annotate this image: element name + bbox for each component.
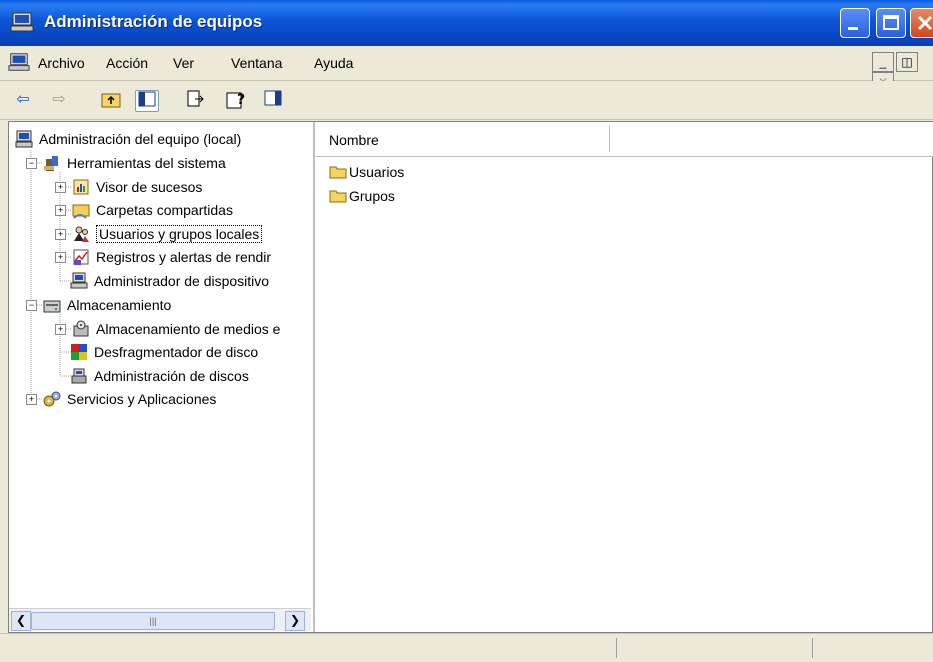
tree-horizontal-scrollbar[interactable]: ❮ ||| ❯ xyxy=(9,608,311,631)
maximize-icon xyxy=(883,15,899,30)
performance-logs-icon xyxy=(73,249,89,265)
collapse-icon[interactable]: − xyxy=(26,299,37,311)
scroll-right-button[interactable]: ❯ xyxy=(285,611,305,631)
tree-item-label: Carpetas compartidas xyxy=(96,202,233,218)
close-icon xyxy=(917,15,933,31)
main-content: Administración del equipo (local) − Herr… xyxy=(8,121,933,633)
scrollbar-thumb[interactable]: ||| xyxy=(31,612,275,630)
tree-item-carpetas-compartidas[interactable]: + Carpetas compartidas xyxy=(55,199,233,221)
list-header: Nombre xyxy=(315,122,933,157)
computer-icon xyxy=(15,130,33,148)
tree-root[interactable]: Administración del equipo (local) xyxy=(15,128,241,150)
menu-ventana[interactable]: Ventana xyxy=(231,55,282,71)
menu-bar: Archivo Acción Ver Ventana Ayuda _◫✕ xyxy=(0,46,933,92)
window-title: Administración de equipos xyxy=(44,12,263,31)
close-button[interactable] xyxy=(910,8,933,38)
svg-text:?: ? xyxy=(237,92,245,108)
tree-item-herramientas[interactable]: − Herramientas del sistema xyxy=(26,152,226,174)
list-item-label: Grupos xyxy=(349,188,395,204)
tree-item-administracion-discos[interactable]: Administración de discos xyxy=(70,365,249,387)
maximize-button[interactable] xyxy=(876,8,906,38)
export-list-icon[interactable] xyxy=(184,90,206,110)
forward-arrow-icon[interactable]: ⇨ xyxy=(48,90,70,110)
toolbar: ⇦ ⇨ ? xyxy=(0,81,933,120)
defragmenter-icon xyxy=(71,344,87,360)
expand-icon[interactable]: + xyxy=(55,204,66,216)
users-groups-icon xyxy=(74,226,89,242)
expand-icon[interactable]: + xyxy=(55,181,66,193)
folder-icon xyxy=(329,190,347,203)
tools-icon xyxy=(44,156,58,171)
list-item-grupos[interactable]: Grupos xyxy=(329,185,395,207)
expand-icon[interactable]: + xyxy=(26,393,37,405)
minimize-button[interactable] xyxy=(840,8,870,38)
tree-root-label: Administración del equipo (local) xyxy=(39,131,242,147)
menu-accion[interactable]: Acción xyxy=(106,55,148,71)
child-restore-button[interactable]: ◫ xyxy=(896,52,918,72)
tree-item-label: Almacenamiento de medios e xyxy=(96,321,281,337)
expand-icon[interactable]: + xyxy=(55,228,66,240)
tree-item-label: Usuarios y grupos locales xyxy=(96,225,263,243)
status-pane-divider xyxy=(616,638,617,658)
services-icon xyxy=(43,391,61,407)
show-hide-tree-icon[interactable] xyxy=(135,90,159,112)
tree-item-label: Administrador de dispositivo xyxy=(94,273,270,289)
tree-item-desfragmentador[interactable]: Desfragmentador de disco xyxy=(70,341,258,363)
tree-item-visor-sucesos[interactable]: + Visor de sucesos xyxy=(55,176,202,198)
console-tree: Administración del equipo (local) − Herr… xyxy=(9,122,315,632)
expand-icon[interactable]: + xyxy=(55,323,66,335)
tree-item-administrador-dispositivos[interactable]: Administrador de dispositivo xyxy=(70,270,269,292)
device-manager-icon xyxy=(70,272,88,289)
minimize-icon xyxy=(848,27,858,30)
column-header-nombre[interactable]: Nombre xyxy=(329,132,379,148)
status-pane-divider xyxy=(812,638,813,658)
status-bar xyxy=(0,633,933,662)
tree-item-usuarios-grupos-locales[interactable]: + Usuarios y grupos locales xyxy=(55,223,263,245)
tree-item-almacenamiento-medios[interactable]: + Almacenamiento de medios e xyxy=(55,318,280,340)
tree-item-label: Visor de sucesos xyxy=(96,179,203,195)
expand-icon[interactable]: + xyxy=(55,251,66,263)
computer-icon xyxy=(10,12,34,32)
up-folder-icon[interactable] xyxy=(100,90,122,110)
child-minimize-button[interactable]: _ xyxy=(872,52,894,72)
tree-item-label: Desfragmentador de disco xyxy=(94,344,259,360)
shared-folder-icon xyxy=(72,204,90,219)
details-list: Nombre Usuarios Grupos xyxy=(315,122,933,632)
menu-archivo[interactable]: Archivo xyxy=(38,55,85,71)
tree-item-label: Herramientas del sistema xyxy=(67,155,226,171)
collapse-icon[interactable]: − xyxy=(26,157,37,169)
tree-item-label: Registros y alertas de rendir xyxy=(96,249,272,265)
list-item-usuarios[interactable]: Usuarios xyxy=(329,161,404,183)
title-bar[interactable]: Administración de equipos xyxy=(0,0,933,46)
tree-item-label: Administración de discos xyxy=(94,368,249,384)
tree-item-almacenamiento[interactable]: − Almacenamiento xyxy=(26,294,171,316)
tree-item-label: Almacenamiento xyxy=(67,297,172,313)
storage-icon xyxy=(43,300,61,313)
removable-storage-icon xyxy=(73,320,89,337)
tree-item-registros-alertas[interactable]: + Registros y alertas de rendir xyxy=(55,246,271,268)
tree-item-servicios-aplicaciones[interactable]: + Servicios y Aplicaciones xyxy=(26,388,216,410)
menu-ayuda[interactable]: Ayuda xyxy=(314,55,353,71)
folder-icon xyxy=(329,166,347,179)
disk-management-icon xyxy=(71,368,87,384)
action-pane-icon[interactable] xyxy=(262,90,284,110)
back-arrow-icon[interactable]: ⇦ xyxy=(12,90,34,110)
help-icon[interactable]: ? xyxy=(226,90,248,110)
tree-item-label: Servicios y Aplicaciones xyxy=(67,391,217,407)
event-viewer-icon xyxy=(73,179,89,195)
scroll-left-button[interactable]: ❮ xyxy=(11,611,31,631)
list-item-label: Usuarios xyxy=(349,164,405,180)
computer-icon xyxy=(8,53,30,71)
column-divider[interactable] xyxy=(609,126,610,152)
menu-ver[interactable]: Ver xyxy=(173,55,194,71)
